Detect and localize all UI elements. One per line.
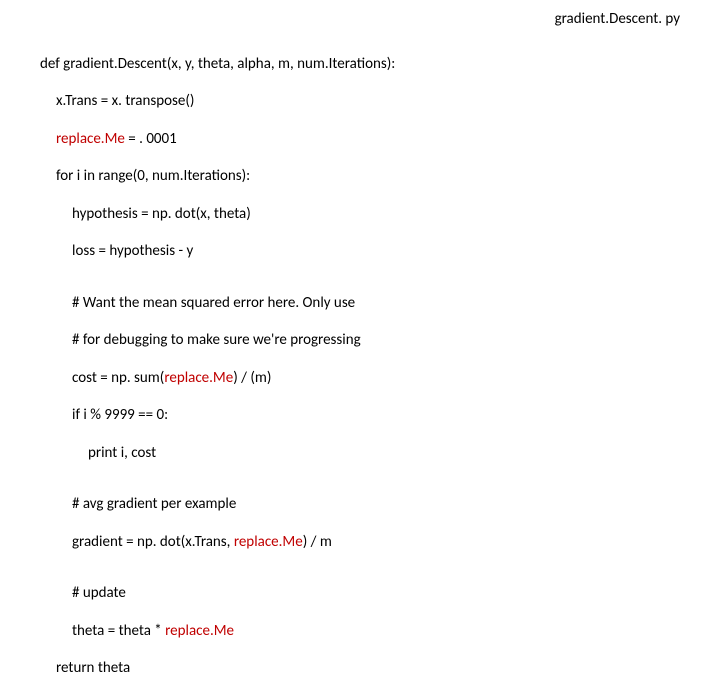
code-line: hypothesis = np. dot(x, theta)	[72, 205, 395, 224]
replace-token: replace.Me	[56, 130, 125, 148]
code-comment: # avg gradient per example	[72, 495, 395, 514]
code-line: print i, cost	[88, 444, 395, 463]
code-text: ) / m	[303, 533, 332, 551]
code-text: = . 0001	[125, 130, 177, 148]
code-line: x.Trans = x. transpose()	[56, 92, 395, 111]
replace-token: replace.Me	[234, 533, 303, 551]
code-line: gradient = np. dot(x.Trans, replace.Me) …	[72, 533, 395, 552]
code-line: theta = theta * replace.Me	[72, 622, 395, 641]
code-block: def gradient.Descent(x, y, theta, alpha,…	[40, 36, 395, 697]
replace-token: replace.Me	[164, 369, 233, 387]
code-line: def gradient.Descent(x, y, theta, alpha,…	[40, 55, 395, 74]
code-comment: # update	[72, 584, 395, 603]
code-line: if i % 9999 == 0:	[72, 406, 395, 425]
code-text: theta = theta *	[72, 622, 165, 640]
code-line: loss = hypothesis - y	[72, 242, 395, 261]
code-text: cost = np. sum(	[72, 369, 164, 387]
code-line: cost = np. sum(replace.Me) / (m)	[72, 369, 395, 388]
code-line: for i in range(0, num.Iterations):	[56, 167, 395, 186]
code-comment: # Want the mean squared error here. Only…	[72, 294, 395, 313]
code-line: replace.Me = . 0001	[56, 130, 395, 149]
code-comment: # for debugging to make sure we're progr…	[72, 331, 395, 350]
code-line: return theta	[56, 659, 395, 678]
code-text: gradient = np. dot(x.Trans,	[72, 533, 234, 551]
replace-token: replace.Me	[165, 622, 234, 640]
file-title: gradient.Descent. py	[555, 10, 680, 29]
code-text: ) / (m)	[233, 369, 271, 387]
